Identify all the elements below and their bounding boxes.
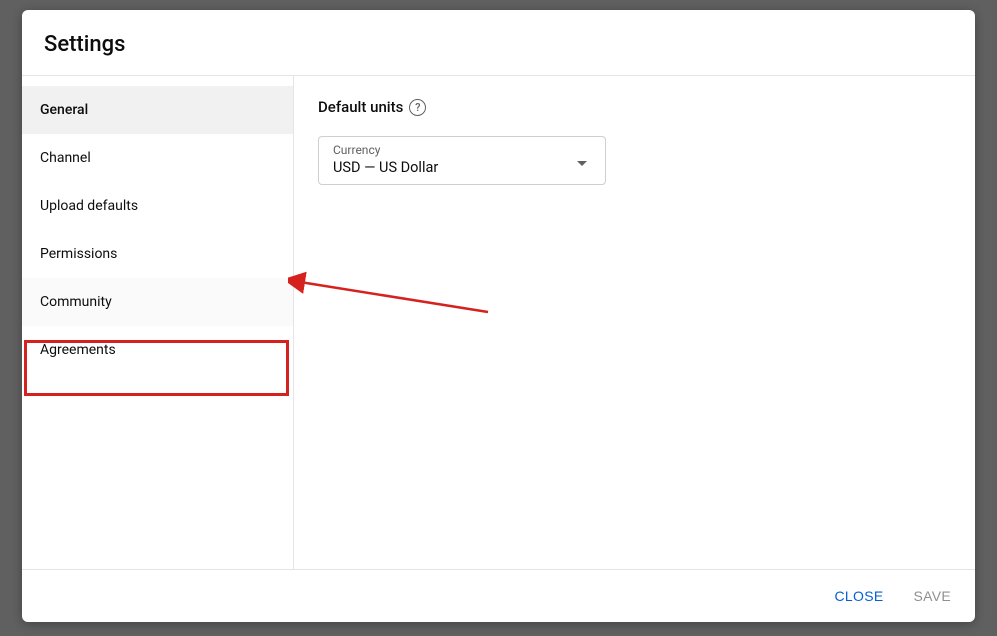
chevron-down-icon: [577, 161, 587, 166]
save-button[interactable]: SAVE: [911, 582, 953, 610]
sidebar-item-label: General: [40, 102, 88, 118]
help-icon[interactable]: ?: [409, 99, 426, 116]
dialog-footer: CLOSE SAVE: [22, 569, 975, 622]
sidebar-item-community[interactable]: Community: [22, 278, 293, 326]
sidebar-item-label: Channel: [40, 150, 91, 166]
currency-select-value: USD — US Dollar: [333, 159, 438, 176]
sidebar-item-label: Agreements: [40, 342, 116, 358]
sidebar-item-agreements[interactable]: Agreements: [22, 326, 293, 374]
section-title: Default units: [318, 98, 403, 116]
sidebar-item-channel[interactable]: Channel: [22, 134, 293, 182]
main-panel: Default units ? Currency USD — US Dollar: [294, 76, 975, 569]
dialog-title: Settings: [44, 32, 953, 57]
currency-select[interactable]: Currency USD — US Dollar: [318, 136, 606, 185]
sidebar-item-upload-defaults[interactable]: Upload defaults: [22, 182, 293, 230]
dialog-body: General Channel Upload defaults Permissi…: [22, 76, 975, 569]
settings-dialog: Settings General Channel Upload defaults…: [22, 10, 975, 622]
sidebar-item-permissions[interactable]: Permissions: [22, 230, 293, 278]
sidebar-item-label: Permissions: [40, 246, 117, 262]
currency-select-text: Currency USD — US Dollar: [333, 143, 438, 176]
sidebar-item-label: Upload defaults: [40, 198, 138, 214]
section-title-row: Default units ?: [318, 98, 951, 116]
sidebar-item-general[interactable]: General: [22, 86, 293, 134]
close-button[interactable]: CLOSE: [833, 582, 886, 610]
annotation-arrow: [288, 266, 508, 326]
settings-sidebar: General Channel Upload defaults Permissi…: [22, 76, 294, 569]
sidebar-item-label: Community: [40, 294, 112, 310]
currency-select-label: Currency: [333, 143, 438, 157]
dialog-header: Settings: [22, 10, 975, 76]
